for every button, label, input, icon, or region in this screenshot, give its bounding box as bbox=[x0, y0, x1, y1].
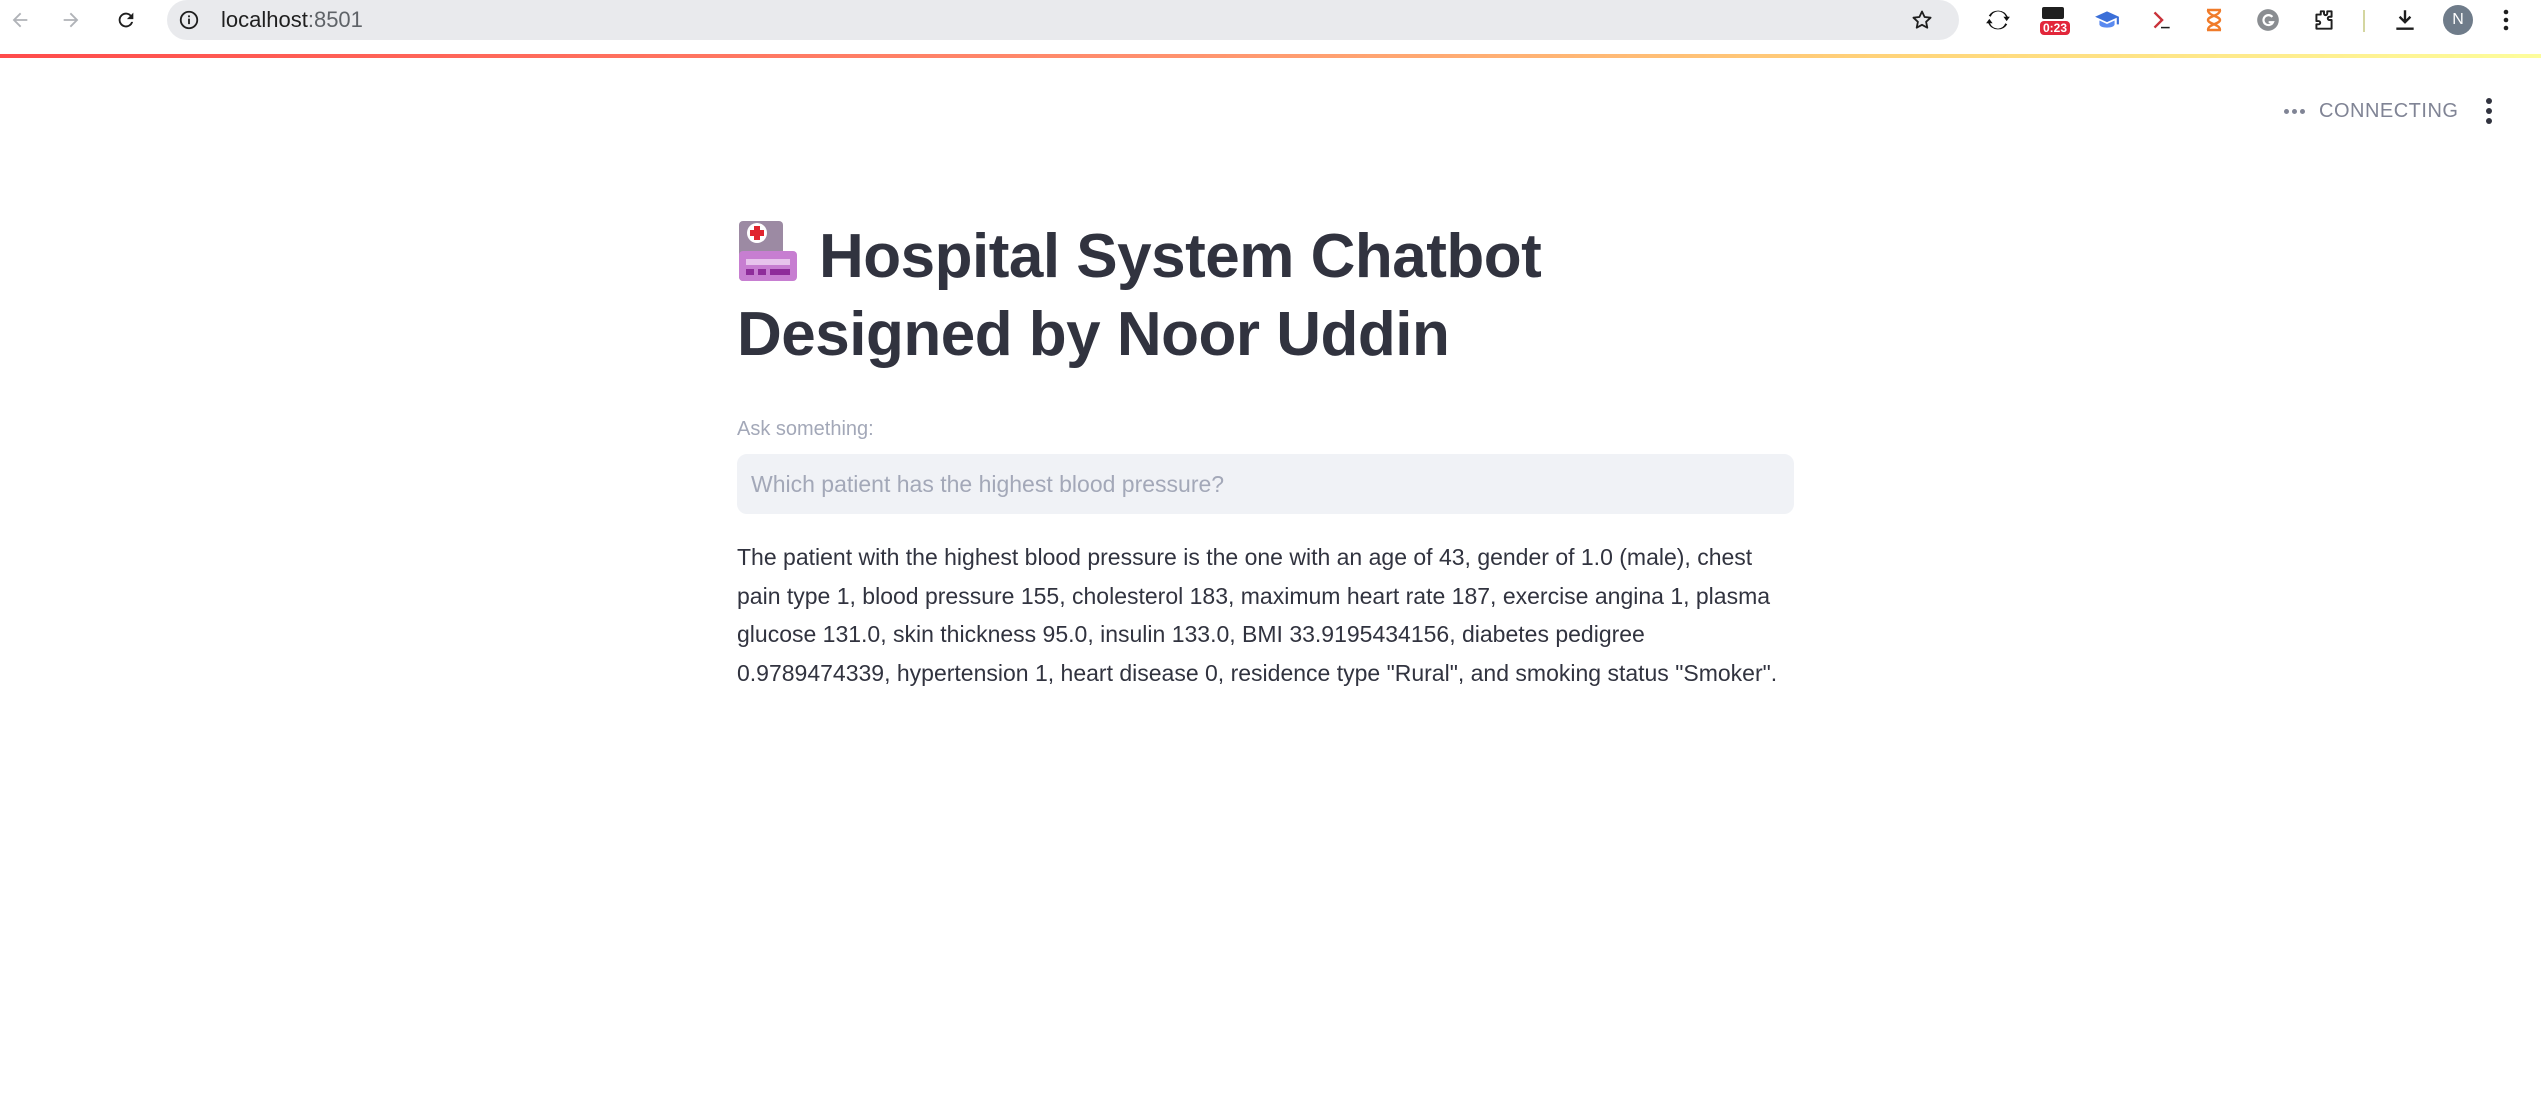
toolbar-divider bbox=[2363, 10, 2365, 32]
app-decoration-bar bbox=[0, 54, 2541, 58]
graduation-cap-extension-icon[interactable] bbox=[2091, 4, 2123, 36]
title-line1: Hospital System Chatbot bbox=[819, 222, 1542, 291]
hourglass-extension-icon[interactable] bbox=[2198, 4, 2230, 36]
sync-extension-icon[interactable] bbox=[1982, 4, 2014, 36]
question-input-label: Ask something: bbox=[737, 418, 874, 440]
forward-button[interactable] bbox=[53, 2, 89, 38]
hospital-icon bbox=[739, 221, 797, 281]
main-content: Hospital System Chatbot Designed by Noor … bbox=[737, 218, 1794, 686]
timer-extension-icon[interactable]: 0:23 bbox=[2037, 4, 2070, 36]
kebab-menu-icon[interactable] bbox=[2490, 4, 2522, 36]
back-button[interactable] bbox=[2, 2, 38, 38]
status-dots-icon bbox=[2284, 108, 2305, 114]
reload-button[interactable] bbox=[108, 2, 144, 38]
title-line2: Designed by Noor Uddin bbox=[737, 300, 1450, 369]
question-input[interactable] bbox=[738, 455, 1793, 513]
arrow-right-icon bbox=[63, 12, 79, 28]
url-host: localhost bbox=[221, 7, 308, 32]
connection-status: CONNECTING bbox=[2284, 96, 2458, 126]
star-icon[interactable] bbox=[1909, 7, 1935, 33]
puzzle-extensions-icon[interactable] bbox=[2308, 4, 2340, 36]
url-port: :8501 bbox=[307, 7, 363, 32]
download-icon[interactable] bbox=[2389, 4, 2421, 36]
url-text[interactable]: localhost:8501 bbox=[221, 7, 363, 33]
grammarly-extension-icon[interactable] bbox=[2252, 4, 2284, 36]
timer-extension-body bbox=[2042, 7, 2064, 19]
browser-toolbar: localhost:8501 0:23 N bbox=[0, 0, 2541, 40]
question-input-container[interactable] bbox=[737, 454, 1794, 514]
app-main-menu-button[interactable] bbox=[2474, 94, 2504, 128]
profile-avatar[interactable]: N bbox=[2443, 5, 2473, 35]
terminal-extension-icon[interactable] bbox=[2145, 4, 2177, 36]
timer-badge: 0:23 bbox=[2040, 21, 2070, 35]
status-label: CONNECTING bbox=[2319, 99, 2459, 122]
reload-icon bbox=[118, 12, 134, 28]
address-bar[interactable]: localhost:8501 bbox=[167, 0, 1959, 40]
arrow-left-icon bbox=[12, 12, 28, 28]
page-title: Hospital System Chatbot Designed by Noor … bbox=[737, 218, 1794, 374]
chatbot-answer: The patient with the highest blood press… bbox=[737, 544, 1778, 686]
info-icon[interactable] bbox=[177, 8, 201, 32]
